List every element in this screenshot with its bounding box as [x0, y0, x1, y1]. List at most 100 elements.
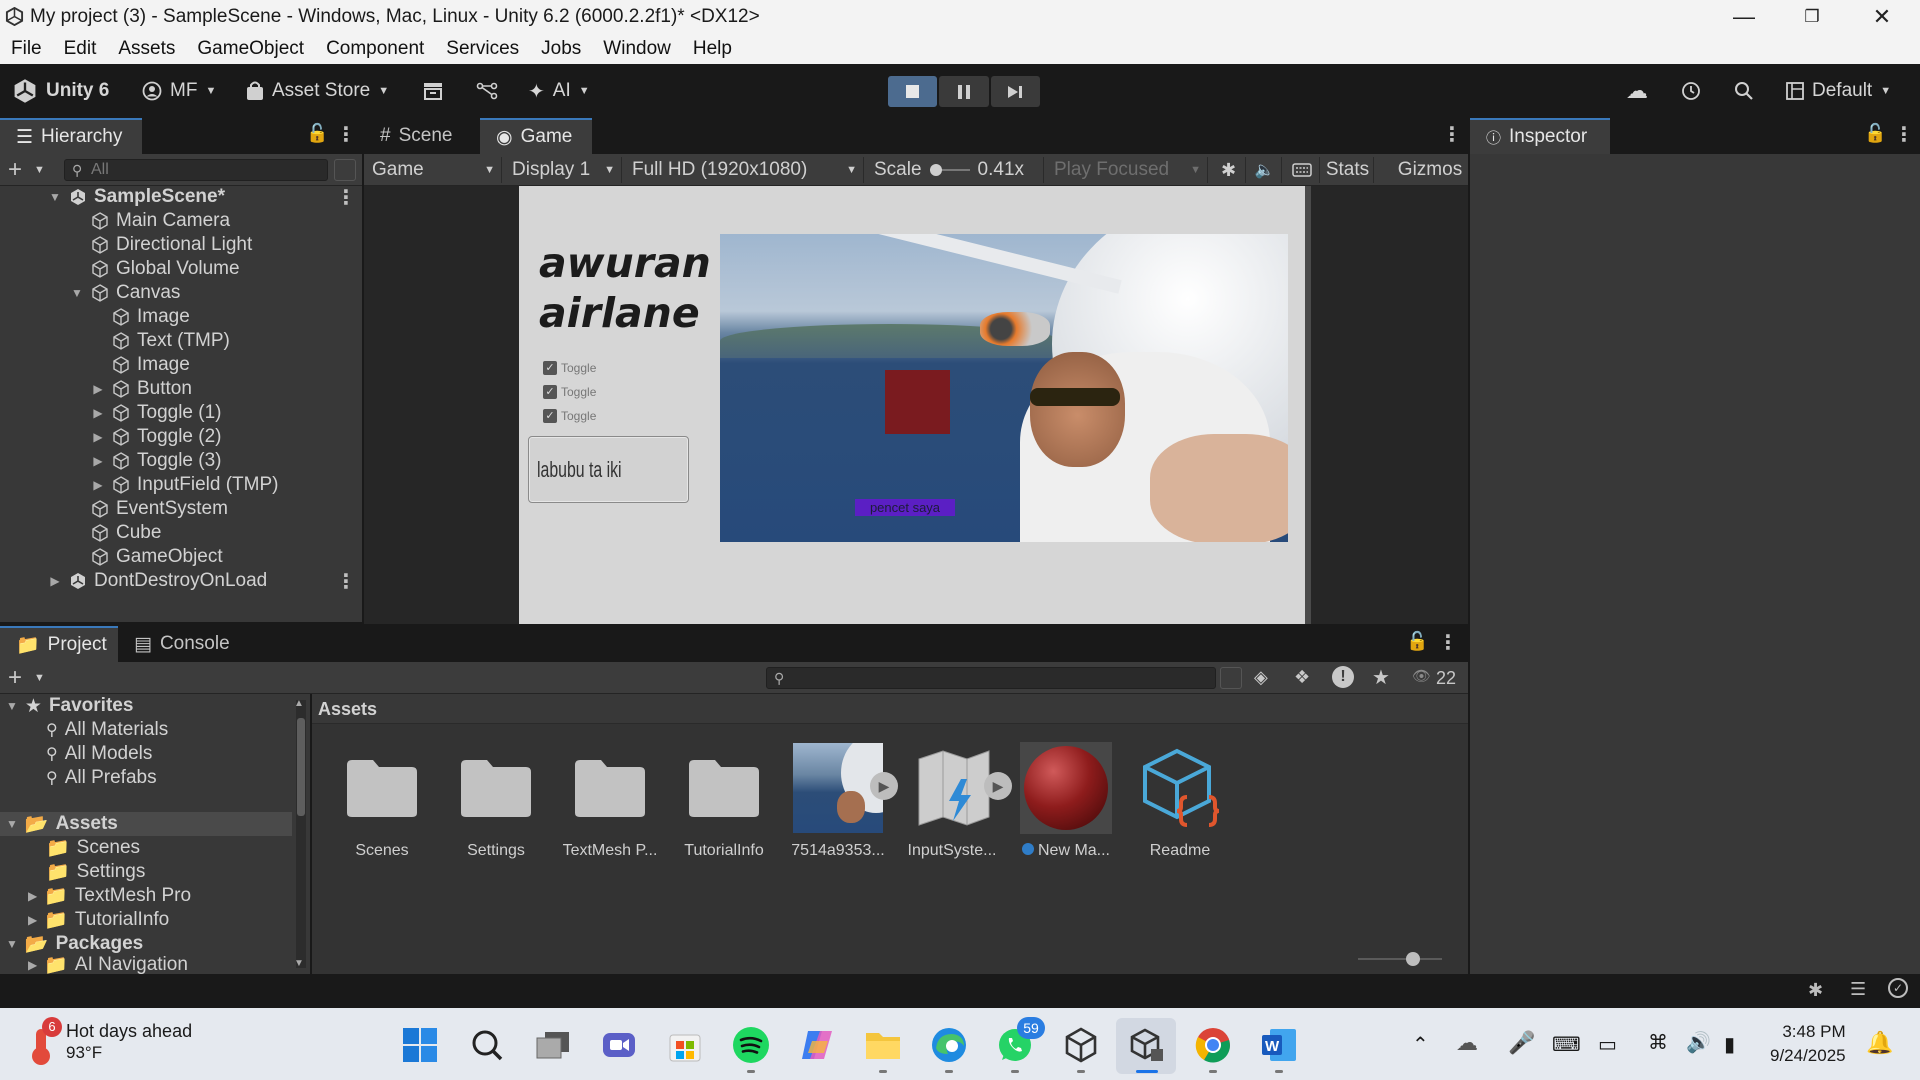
scale-slider-track[interactable] [929, 164, 970, 176]
hierarchy-item-dontdestroyonload[interactable]: ▶ DontDestroyOnLoad [48, 569, 267, 593]
favorite-star-icon[interactable]: ★ [1372, 665, 1390, 690]
scene-options-icon[interactable]: ⋮ [336, 185, 356, 210]
hierarchy-item-main-camera[interactable]: Main Camera [90, 209, 230, 233]
scale-slider[interactable]: Scale 0.41x [868, 157, 1044, 183]
collapsed-arrow-icon[interactable]: ▶ [28, 889, 37, 903]
tree-all-prefabs[interactable]: ⚲ All Prefabs [46, 766, 157, 790]
cache-server-icon[interactable]: ☰ [1850, 979, 1866, 1000]
more-options-icon[interactable]: ⋮ [336, 122, 356, 147]
menu-window[interactable]: Window [592, 34, 682, 64]
hierarchy-item-global-volume[interactable]: Global Volume [90, 257, 240, 281]
play-focus-dropdown[interactable]: Play Focused ▼ [1048, 157, 1208, 183]
collapsed-arrow-icon[interactable]: ▶ [91, 430, 105, 444]
play-stop-button[interactable] [888, 76, 938, 107]
version-control-button[interactable] [476, 74, 498, 108]
restore-button[interactable]: ❐ [1782, 0, 1842, 34]
expand-arrow-icon[interactable]: ▼ [6, 817, 18, 831]
display-dropdown[interactable]: Display 1 ▼ [506, 157, 622, 183]
hierarchy-item-samplescene[interactable]: ▼ SampleScene* [48, 185, 225, 209]
minimize-button[interactable]: — [1714, 0, 1774, 34]
gizmos-button[interactable]: Gizmos [1394, 157, 1466, 183]
hierarchy-item-text-tmp[interactable]: Text (TMP) [111, 329, 230, 353]
mute-button[interactable]: 🔈 [1248, 157, 1282, 183]
hierarchy-item-image-2[interactable]: Image [111, 353, 190, 377]
menu-services[interactable]: Services [435, 34, 530, 64]
tree-textmesh-pro[interactable]: ▶ 📁 TextMesh Pro [28, 884, 191, 908]
tree-all-models[interactable]: ⚲ All Models [46, 742, 152, 766]
more-options-icon[interactable]: ⋮ [1894, 122, 1914, 147]
close-button[interactable]: ✕ [1852, 0, 1912, 34]
file-explorer-button[interactable] [863, 1025, 903, 1065]
dontdestroy-options-icon[interactable]: ⋮ [336, 569, 356, 594]
collapsed-arrow-icon[interactable]: ▶ [48, 574, 62, 588]
tree-settings[interactable]: 📁 Settings [46, 860, 145, 884]
whatsapp-button[interactable]: 59 [995, 1017, 1045, 1065]
hierarchy-item-toggle-3[interactable]: ▶ Toggle (3) [91, 449, 221, 473]
onedrive-icon[interactable]: ☁ [1456, 1030, 1478, 1056]
package-manager-button[interactable] [422, 74, 444, 108]
spotify-button[interactable] [731, 1025, 771, 1065]
menu-component[interactable]: Component [315, 34, 435, 64]
hierarchy-item-directional-light[interactable]: Directional Light [90, 233, 252, 257]
ai-dropdown[interactable]: ✦ AI ▼ [528, 74, 590, 108]
lock-icon[interactable]: 🔓 [306, 123, 328, 144]
unity-editor-button[interactable] [1127, 1025, 1167, 1065]
hierarchy-item-toggle-1[interactable]: ▶ Toggle (1) [91, 401, 221, 425]
add-icon[interactable]: + [8, 156, 22, 184]
expand-arrow-icon[interactable]: ▼ [70, 286, 84, 300]
unity-version-button[interactable]: Unity 6 [12, 74, 109, 108]
collapsed-arrow-icon[interactable]: ▶ [28, 958, 37, 972]
unity-hub-button[interactable] [1061, 1025, 1101, 1065]
asset-tutorialinfo[interactable]: TutorialInfo [670, 742, 778, 860]
edge-button[interactable] [929, 1025, 969, 1065]
tree-scenes[interactable]: 📁 Scenes [46, 836, 140, 860]
expand-arrow-icon[interactable]: ▼ [48, 190, 62, 204]
label-tag-icon[interactable]: ❖ [1294, 667, 1310, 688]
wifi-icon[interactable]: ⌘ [1648, 1030, 1668, 1055]
menu-file[interactable]: File [0, 34, 53, 64]
collapsed-arrow-icon[interactable]: ▶ [91, 454, 105, 468]
bug-button[interactable]: ✱ [1212, 157, 1246, 183]
word-button[interactable]: W [1259, 1025, 1299, 1065]
tree-scroll-thumb[interactable] [297, 718, 305, 816]
tab-inspector[interactable]: ⓘ Inspector [1470, 118, 1610, 154]
more-options-icon[interactable]: ⋮ [1438, 630, 1458, 655]
lock-icon[interactable]: 🔓 [1864, 123, 1886, 144]
history-button[interactable] [1680, 74, 1702, 108]
asset-readme[interactable]: Readme [1126, 742, 1234, 860]
hierarchy-item-gameobject[interactable]: GameObject [90, 545, 223, 569]
expand-arrow-icon[interactable]: ▼ [6, 937, 18, 951]
expand-play-icon[interactable]: ▶ [984, 772, 1012, 800]
chevron-down-icon[interactable]: ▼ [34, 672, 45, 684]
collapsed-arrow-icon[interactable]: ▶ [91, 478, 105, 492]
hierarchy-search-input[interactable]: ⚲ All [64, 159, 328, 181]
tree-all-materials[interactable]: ⚲ All Materials [46, 718, 168, 742]
store-app-button[interactable] [665, 1025, 705, 1065]
icon-size-slider-thumb[interactable] [1406, 952, 1420, 966]
breadcrumb-assets[interactable]: Assets [318, 699, 377, 720]
game-screen[interactable]: awuran airlane ✓ Toggle ✓ Toggle ✓ Toggle l… [519, 186, 1305, 624]
expand-play-icon[interactable]: ▶ [870, 772, 898, 800]
asset-image[interactable]: ▶ 7514a9353... [784, 742, 898, 860]
chrome-button[interactable] [1193, 1025, 1233, 1065]
menu-gameobject[interactable]: GameObject [186, 34, 315, 64]
tree-favorites[interactable]: ▼ ★ Favorites [6, 694, 133, 718]
tab-scene[interactable]: # Scene [364, 118, 480, 154]
asset-inputsystem[interactable]: ▶ InputSyste... [898, 742, 1012, 860]
scroll-down-icon[interactable]: ▼ [294, 958, 304, 969]
meet-app-button[interactable] [599, 1025, 639, 1065]
start-button[interactable] [400, 1025, 440, 1065]
clock[interactable]: 3:48 PM 9/24/2025 [1770, 1020, 1846, 1068]
hierarchy-item-image[interactable]: Image [111, 305, 190, 329]
tab-project[interactable]: 📁 Project [0, 626, 118, 662]
game-mode-dropdown[interactable]: Game ▼ [366, 157, 502, 183]
hierarchy-item-toggle-2[interactable]: ▶ Toggle (2) [91, 425, 221, 449]
layout-dropdown[interactable]: Default ▼ [1786, 74, 1891, 108]
battery-icon[interactable]: ▮ [1724, 1032, 1735, 1057]
project-search-input[interactable]: ⚲ [766, 667, 1216, 689]
asset-scenes[interactable]: Scenes [328, 742, 436, 860]
account-dropdown[interactable]: MF ▼ [142, 74, 216, 108]
tree-assets[interactable]: ▼ 📂 Assets [6, 812, 118, 836]
menu-assets[interactable]: Assets [107, 34, 186, 64]
toggle-2[interactable]: ✓ Toggle [543, 380, 596, 404]
